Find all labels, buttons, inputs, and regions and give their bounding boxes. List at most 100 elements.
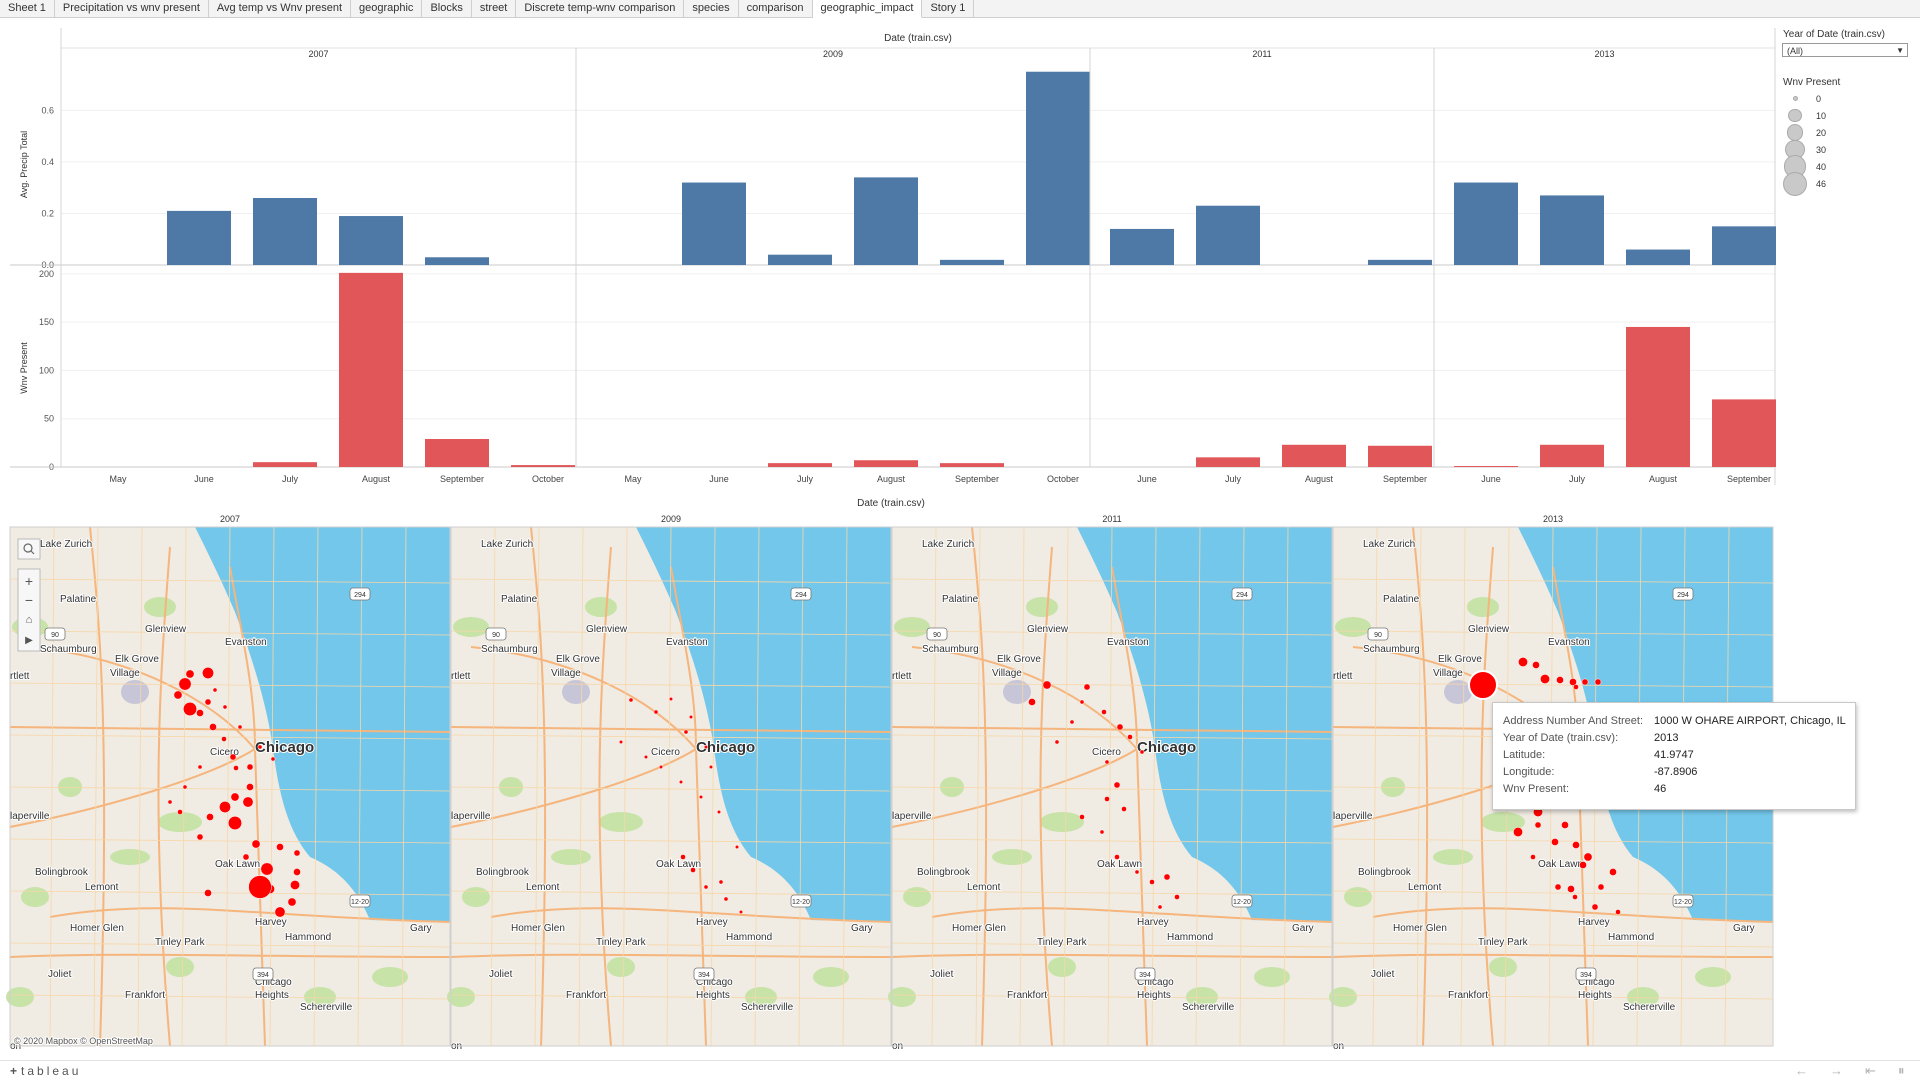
- map-panel-2009[interactable]: Lake Zurich Palatine Glenview Evanston Schau…: [447, 526, 892, 1053]
- tab-geographic-impact[interactable]: geographic_impact: [812, 0, 923, 18]
- map-place-label: Schererville: [1623, 1002, 1676, 1013]
- wnv-point: [1567, 885, 1575, 893]
- tab-sheet-1[interactable]: Sheet 1: [0, 0, 55, 17]
- map-place-label: Joliet: [489, 969, 513, 980]
- map-toolbar[interactable]: + − ⌂ ▶: [17, 538, 41, 652]
- map-place-label: Village: [1433, 668, 1463, 679]
- year-filter-dropdown[interactable]: (All) ▼: [1782, 43, 1908, 57]
- wnv-point: [718, 879, 724, 885]
- wnv-point: [212, 687, 218, 693]
- map-place-label: Homer Glen: [952, 923, 1006, 934]
- park-area: [1026, 597, 1058, 617]
- home-icon: ⌂: [26, 614, 33, 626]
- park-area: [894, 617, 930, 637]
- tab-story-1[interactable]: Story 1: [922, 0, 975, 17]
- tab-species[interactable]: species: [684, 0, 739, 17]
- map-place-label: Evanston: [225, 637, 267, 648]
- wnv-point: [221, 736, 227, 742]
- wnv-point: [1572, 894, 1578, 900]
- legend-circle-icon: [1786, 124, 1804, 141]
- map-place-label: Heights: [1578, 990, 1612, 1001]
- wnv-point: [1597, 883, 1605, 891]
- map-place-label: Joliet: [930, 969, 954, 980]
- tab-geographic[interactable]: geographic: [351, 0, 423, 17]
- map-place-label: Gary: [1292, 923, 1314, 934]
- wnv-point: [260, 862, 274, 876]
- wnv-point: [196, 833, 204, 841]
- wnv-point: [1104, 759, 1110, 765]
- wnv-point: [618, 739, 624, 745]
- tab-avg-temp-vs-wnv-present[interactable]: Avg temp vs Wnv present: [208, 0, 351, 17]
- tableau-logo[interactable]: + tableau: [10, 1064, 81, 1078]
- month-label: September: [1727, 474, 1771, 484]
- map-search-button: [17, 538, 41, 560]
- tab-blocks[interactable]: Blocks: [422, 0, 472, 17]
- map-place-label: Homer Glen: [511, 923, 565, 934]
- park-area: [1048, 957, 1076, 977]
- redo-icon[interactable]: →: [1830, 1063, 1843, 1078]
- month-label: July: [1569, 474, 1586, 484]
- map-year-header: 2007: [220, 514, 240, 524]
- wnv-point: [228, 816, 242, 830]
- map-place-label: Glenview: [1468, 624, 1510, 635]
- map-place-label: Lemont: [967, 882, 1001, 893]
- map-place-label: Bolingbrook: [917, 867, 971, 878]
- wnv-point: [738, 909, 744, 915]
- legend-value: 30: [1816, 144, 1827, 155]
- tooltip-value: 1000 W OHARE AIRPORT, Chicago, IL: [1654, 715, 1846, 727]
- tab-precipitation-vs-wnv-present[interactable]: Precipitation vs wnv present: [54, 0, 209, 17]
- month-label: June: [1481, 474, 1501, 484]
- wnv-point: [1099, 829, 1105, 835]
- highway-shield-label: 294: [795, 592, 807, 599]
- wnv-point: [197, 764, 203, 770]
- wnv-point: [1113, 781, 1121, 789]
- map-place-label: Schaumburg: [1363, 644, 1420, 655]
- highway-shield-label: 90: [492, 632, 500, 639]
- map-place-label: rtlett: [10, 671, 30, 682]
- wnv-point: [209, 723, 217, 731]
- map-place-label: Elk Grove: [997, 654, 1041, 665]
- map-panel-2011[interactable]: Lake Zurich Palatine Glenview Evanston Schau…: [888, 526, 1333, 1053]
- map-panel-2007[interactable]: Lake Zurich Palatine Glenview Evanston Schau…: [6, 526, 451, 1053]
- tab-discrete-temp-wnv-comparison[interactable]: Discrete temp-wnv comparison: [516, 0, 685, 17]
- pause-icon[interactable]: ⏸: [1898, 1063, 1905, 1079]
- wnv-bar: [1540, 444, 1604, 467]
- tooltip-row: Latitude: 41.9747: [1493, 747, 1855, 764]
- wnv-point: [1551, 838, 1559, 846]
- wnv-point: [1121, 806, 1127, 812]
- park-area: [903, 887, 931, 907]
- year-header: 2007: [308, 49, 328, 59]
- wnv-point: [1540, 674, 1550, 684]
- wnv-point: [257, 744, 263, 750]
- highway-shield-label: 294: [1236, 592, 1248, 599]
- map-place-label: Village: [110, 668, 140, 679]
- wnv-point: [196, 709, 204, 717]
- legend-circle-icon: [1783, 171, 1807, 196]
- wnv-bar: [940, 463, 1004, 467]
- wnv-point: [1530, 854, 1536, 860]
- undo-icon[interactable]: ←: [1795, 1063, 1808, 1078]
- legend-value: 10: [1816, 110, 1827, 121]
- park-area: [607, 957, 635, 977]
- map-place-label: laperville: [10, 811, 50, 822]
- map-place-label: Gary: [1733, 923, 1755, 934]
- wnv-point: [178, 677, 192, 691]
- wnv-bar: [1712, 399, 1776, 467]
- map-place-label: Lake Zurich: [481, 539, 533, 550]
- wnv-point: [1581, 678, 1589, 686]
- tab-comparison[interactable]: comparison: [738, 0, 813, 17]
- airport-area: [1444, 680, 1472, 704]
- wnv-bar: [1196, 457, 1260, 467]
- wnv-point: [293, 868, 301, 876]
- wnv-point: [173, 690, 183, 700]
- map-place-label: Palatine: [501, 594, 538, 605]
- wnv-point: [1554, 883, 1562, 891]
- wnv-point: [1163, 873, 1171, 881]
- precip-bar: [339, 216, 403, 265]
- wnv-bar: [511, 465, 575, 467]
- tab-street[interactable]: street: [471, 0, 517, 17]
- revert-icon[interactable]: ⇤: [1865, 1063, 1876, 1079]
- wnv-point: [1561, 821, 1569, 829]
- tableau-logo-mark: +: [10, 1064, 18, 1078]
- map-place-label: Glenview: [586, 624, 628, 635]
